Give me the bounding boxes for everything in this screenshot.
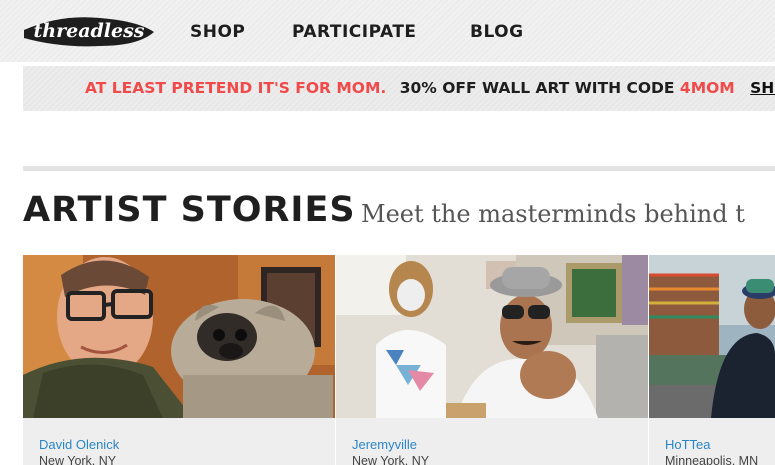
artist-photo[interactable]	[649, 255, 775, 418]
artist-card[interactable]: Jeremyville New York, NY	[336, 255, 648, 465]
threadless-logo[interactable]: threadless	[20, 8, 158, 54]
artist-location: New York, NY	[352, 454, 430, 465]
artist-photo[interactable]	[336, 255, 648, 418]
logo-wordmark: threadless	[34, 20, 145, 42]
artist-location: Minneapolis, MN	[665, 454, 759, 465]
nav-shop-link[interactable]: SHOP	[190, 22, 245, 42]
section-title: ARTIST STORIES	[23, 190, 356, 230]
section-subtitle: Meet the masterminds behind t	[361, 200, 745, 228]
promo-offer: 30% OFF WALL ART WITH CODE	[399, 79, 675, 97]
nav-participate-link[interactable]: PARTICIPATE	[292, 22, 417, 42]
artist-photo[interactable]	[23, 255, 335, 418]
promo-code: 4MOM	[679, 79, 735, 97]
promo-banner[interactable]: AT LEAST PRETEND IT'S FOR MOM. 30% OFF W…	[23, 66, 775, 111]
artist-name-link[interactable]: Jeremyville	[352, 437, 417, 452]
promo-highlight: AT LEAST PRETEND IT'S FOR MOM.	[85, 79, 387, 97]
nav-blog-link[interactable]: BLOG	[470, 22, 524, 42]
promo-text: AT LEAST PRETEND IT'S FOR MOM. 30% OFF W…	[85, 79, 775, 97]
section-divider	[23, 166, 775, 171]
promo-shop-link[interactable]: SHOP	[750, 79, 775, 97]
artist-name-link[interactable]: David Olenick	[39, 437, 119, 452]
top-navigation-bar: threadless SHOP PARTICIPATE BLOG	[0, 0, 775, 62]
artist-card[interactable]: HoTTea Minneapolis, MN	[649, 255, 775, 465]
artist-location: New York, NY	[39, 454, 117, 465]
artist-card[interactable]: David Olenick New York, NY	[23, 255, 335, 465]
artist-name-link[interactable]: HoTTea	[665, 437, 711, 452]
